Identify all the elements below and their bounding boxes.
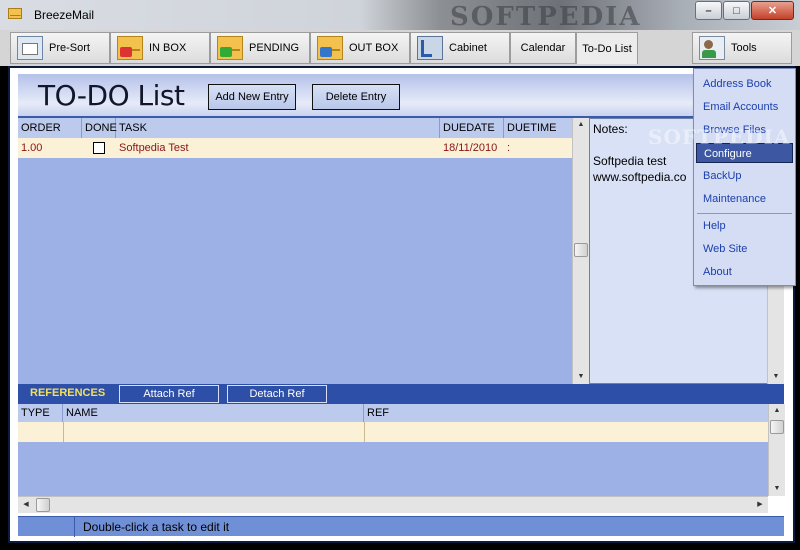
scroll-up-arrow-icon[interactable]: ▲ — [769, 404, 785, 418]
outbox-envelope-icon — [317, 36, 343, 60]
scroll-thumb[interactable] — [770, 420, 784, 434]
table-row[interactable]: 1.00 Softpedia Test 18/11/2010 : — [18, 138, 572, 158]
tools-label: Tools — [731, 42, 757, 54]
row-divider — [364, 422, 365, 442]
presort-button[interactable]: Pre-Sort — [10, 32, 110, 64]
cabinet-icon — [417, 36, 443, 60]
attach-ref-button[interactable]: Attach Ref — [119, 385, 219, 403]
page-title: TO-DO List — [38, 79, 185, 112]
references-horizontal-scrollbar[interactable]: ◀ ▶ — [18, 496, 768, 513]
menu-item-maintenance[interactable]: Maintenance — [696, 189, 793, 209]
scroll-down-arrow-icon[interactable]: ▼ — [573, 370, 589, 384]
column-done[interactable]: DONE — [82, 118, 117, 138]
column-duetime[interactable]: DUETIME — [504, 118, 572, 138]
main-toolbar: Pre-Sort IN BOX PENDING OUT BOX Cabinet … — [0, 30, 800, 66]
column-name[interactable]: NAME — [63, 404, 364, 422]
status-text: Double-click a task to edit it — [74, 517, 229, 537]
task-duetime: : — [507, 142, 511, 154]
column-order[interactable]: ORDER — [18, 118, 82, 138]
maximize-button[interactable]: □ — [723, 1, 750, 20]
outbox-button[interactable]: OUT BOX — [310, 32, 410, 64]
task-grid-header: ORDER DONE TASK DUEDATE DUETIME — [18, 118, 572, 138]
task-name: Softpedia Test — [119, 142, 189, 154]
menu-item-email-accounts[interactable]: Email Accounts — [696, 97, 793, 117]
presort-label: Pre-Sort — [49, 42, 90, 54]
inbox-button[interactable]: IN BOX — [110, 32, 210, 64]
row-divider — [63, 422, 64, 442]
watermark: SOFTPEDIA — [648, 125, 791, 149]
tools-button[interactable]: Tools — [692, 32, 792, 64]
task-grid[interactable]: ORDER DONE TASK DUEDATE DUETIME 1.00 Sof… — [18, 118, 572, 384]
todo-list-tab[interactable]: To-Do List — [576, 32, 638, 64]
scroll-down-arrow-icon[interactable]: ▼ — [769, 482, 785, 496]
presort-icon — [17, 36, 43, 60]
menu-item-web-site[interactable]: Web Site — [696, 239, 793, 259]
task-done-checkbox[interactable] — [93, 142, 105, 154]
scroll-up-arrow-icon[interactable]: ▲ — [573, 118, 589, 132]
scroll-thumb[interactable] — [36, 498, 50, 512]
todo-header: TO-DO List Add New Entry Delete Entry — [18, 74, 778, 118]
delete-entry-button[interactable]: Delete Entry — [312, 84, 400, 110]
status-bar: Double-click a task to edit it — [18, 516, 784, 537]
notes-text[interactable]: Softpedia test www.softpedia.co — [593, 153, 686, 185]
pending-envelope-icon — [217, 36, 243, 60]
inbox-envelope-icon — [117, 36, 143, 60]
app-envelope-icon — [8, 8, 22, 19]
menu-item-about[interactable]: About — [696, 262, 793, 282]
column-ref[interactable]: REF — [364, 404, 768, 422]
menu-item-backup[interactable]: BackUp — [696, 166, 793, 186]
cabinet-button[interactable]: Cabinet — [410, 32, 510, 64]
tools-menu: Address Book Email Accounts Browse Files… — [693, 68, 796, 286]
scroll-thumb[interactable] — [574, 243, 588, 257]
scroll-down-arrow-icon[interactable]: ▼ — [768, 370, 784, 384]
pending-button[interactable]: PENDING — [210, 32, 310, 64]
watermark: SOFTPEDIA — [450, 2, 642, 32]
minimize-button[interactable]: – — [695, 1, 722, 20]
menu-separator — [697, 213, 792, 214]
title-bar: BreezeMail SOFTPEDIA – □ ✕ — [0, 0, 800, 32]
calendar-button[interactable]: Calendar — [510, 32, 576, 64]
cabinet-label: Cabinet — [449, 42, 487, 54]
menu-item-help[interactable]: Help — [696, 216, 793, 236]
window-title: BreezeMail — [34, 8, 95, 22]
references-title: REFERENCES — [30, 387, 106, 399]
scroll-right-arrow-icon[interactable]: ▶ — [752, 498, 768, 512]
task-vertical-scrollbar[interactable]: ▲ ▼ — [572, 118, 589, 384]
menu-item-address-book[interactable]: Address Book — [696, 74, 793, 94]
pending-label: PENDING — [249, 42, 300, 54]
inbox-label: IN BOX — [149, 42, 187, 54]
references-vertical-scrollbar[interactable]: ▲ ▼ — [768, 404, 785, 496]
task-duedate: 18/11/2010 — [443, 142, 498, 154]
references-grid-header: TYPE NAME REF — [18, 404, 768, 422]
detach-ref-button[interactable]: Detach Ref — [227, 385, 327, 403]
column-task[interactable]: TASK — [116, 118, 440, 138]
add-new-entry-button[interactable]: Add New Entry — [208, 84, 296, 110]
close-button[interactable]: ✕ — [751, 1, 794, 20]
outbox-label: OUT BOX — [349, 42, 399, 54]
window-controls: – □ ✕ — [694, 1, 794, 20]
task-order: 1.00 — [21, 142, 43, 154]
tools-user-icon — [699, 36, 725, 60]
calendar-label: Calendar — [520, 42, 566, 54]
todo-list-label: To-Do List — [582, 42, 632, 55]
notes-label: Notes: — [593, 122, 628, 136]
references-band: REFERENCES Attach Ref Detach Ref — [18, 384, 784, 404]
references-grid[interactable]: TYPE NAME REF — [18, 404, 768, 496]
scroll-left-arrow-icon[interactable]: ◀ — [18, 498, 34, 512]
table-row[interactable] — [18, 422, 768, 442]
column-duedate[interactable]: DUEDATE — [440, 118, 504, 138]
column-type[interactable]: TYPE — [18, 404, 63, 422]
